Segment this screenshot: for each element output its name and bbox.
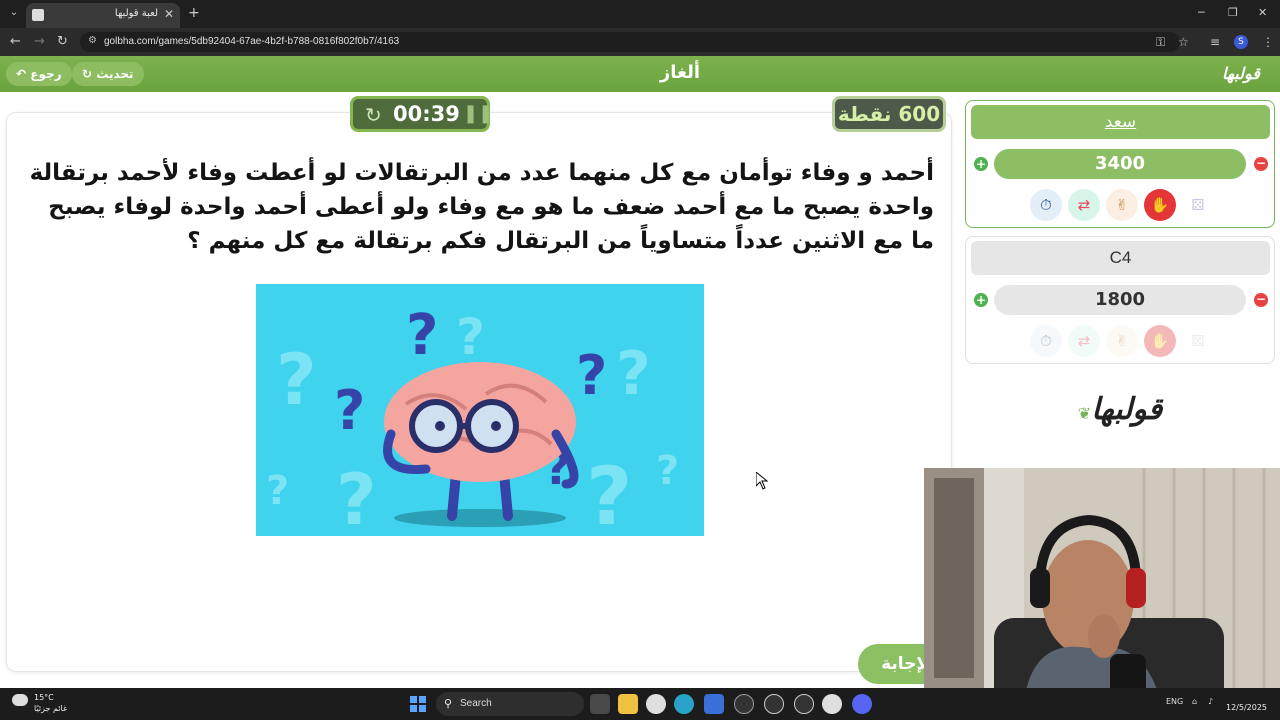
back-arrow-icon[interactable]: ← — [10, 34, 21, 49]
search-icon: ⚲ — [444, 697, 453, 710]
brand-logo: ❦قولبها — [1077, 392, 1163, 427]
svg-text:?: ? — [406, 303, 438, 368]
close-tab-icon[interactable]: ✕ — [164, 7, 174, 21]
dice-icon[interactable]: ⚄ — [1182, 189, 1214, 221]
team-score: 3400 — [994, 149, 1246, 179]
svg-text:?: ? — [656, 448, 679, 494]
team-score: 1800 — [994, 285, 1246, 315]
taskbar-date: 12/5/2025 — [1226, 703, 1268, 712]
favicon-icon — [32, 9, 44, 21]
file-explorer-icon[interactable] — [618, 694, 638, 714]
swap-icon[interactable]: ⇄ — [1068, 189, 1100, 221]
profile-avatar[interactable]: S — [1234, 35, 1248, 49]
obs-icon[interactable] — [794, 694, 814, 714]
url-field[interactable]: ⚙ golbha.com/games/5db92404-67ae-4b2f-b7… — [80, 32, 1180, 52]
mouse-cursor-icon — [755, 470, 769, 494]
site-header: رجوع ↶ تحديث ↻ ألغاز قولبها — [0, 56, 1280, 92]
peace-hand-icon[interactable]: ✌ — [1106, 189, 1138, 221]
svg-text:?: ? — [276, 339, 317, 421]
forward-arrow-icon[interactable]: → — [34, 34, 45, 49]
svg-text:?: ? — [456, 308, 485, 366]
lifelines-row: ⏱ ⇄ ✌ ✋ ⚄ — [1026, 325, 1216, 359]
remove-points-button[interactable]: − — [1254, 157, 1268, 171]
team-card-1: سعد + 3400 − ⏱ ⇄ ✌ ✋ ⚄ — [965, 100, 1275, 228]
media-queue-icon[interactable]: ≡ — [1210, 35, 1220, 49]
lifelines-row: ⏱ ⇄ ✌ ✋ ⚄ — [1026, 189, 1216, 223]
dice-icon[interactable]: ⚄ — [1182, 325, 1214, 357]
timer-reset-icon[interactable]: ↻ — [365, 103, 382, 127]
windows-start-icon[interactable] — [410, 696, 426, 712]
swap-icon[interactable]: ⇄ — [1068, 325, 1100, 357]
add-points-button[interactable]: + — [974, 293, 988, 307]
question-image: ? ? ? ? ? ? ? ? ? ? ? — [256, 284, 704, 536]
new-tab-icon[interactable]: + — [188, 5, 200, 21]
language-indicator[interactable]: ENG — [1166, 697, 1183, 706]
site-info-icon[interactable]: ⚙ — [88, 35, 97, 46]
store-icon[interactable] — [704, 694, 724, 714]
svg-text:?: ? — [336, 459, 377, 536]
password-key-icon[interactable]: ⚿ — [1156, 35, 1165, 50]
app-icon[interactable] — [734, 694, 754, 714]
tab-search-icon[interactable]: ⌄ — [6, 5, 22, 21]
refresh-icon: ↻ — [82, 67, 93, 81]
chrome-icon[interactable] — [646, 694, 666, 714]
webcam-overlay — [924, 468, 1280, 700]
volume-icon[interactable]: ♪ — [1208, 697, 1213, 706]
browser-menu-icon[interactable]: ⋮ — [1262, 35, 1274, 49]
url-text: golbha.com/games/5db92404-67ae-4b2f-b788… — [104, 36, 400, 47]
browser-tab[interactable]: لعبة قولبها ✕ — [26, 3, 180, 28]
team-name[interactable]: سعد — [971, 105, 1270, 139]
refresh-button-label: تحديث — [96, 67, 134, 81]
chrome-active-icon[interactable] — [822, 694, 842, 714]
refresh-button[interactable]: تحديث ↻ — [72, 62, 144, 86]
tab-title: لعبة قولبها — [114, 8, 158, 19]
weather-temperature: 15°C — [34, 693, 54, 702]
weather-cloud-icon — [12, 694, 28, 706]
taskbar-clock[interactable]: 12/5/2025 — [1226, 692, 1267, 713]
discord-icon[interactable] — [852, 694, 872, 714]
restore-icon[interactable]: ❐ — [1228, 6, 1238, 19]
back-button[interactable]: رجوع ↶ — [6, 62, 72, 86]
timer-value: 00:39 — [393, 102, 460, 126]
network-icon[interactable]: ⌂ — [1192, 697, 1197, 706]
task-view-icon[interactable] — [590, 694, 610, 714]
settings-icon[interactable] — [764, 694, 784, 714]
add-points-button[interactable]: + — [974, 157, 988, 171]
svg-text:?: ? — [576, 344, 607, 407]
svg-text:?: ? — [266, 468, 289, 514]
team-card-2: C4 + 1800 − ⏱ ⇄ ✌ ✋ ⚄ — [965, 236, 1275, 364]
timer-badge: ↻ 00:39 ❚❚ — [350, 96, 493, 132]
taskbar-search-label: Search — [460, 698, 492, 709]
undo-arrow-icon: ↶ — [16, 67, 27, 81]
pause-icon[interactable]: ❚❚ — [463, 103, 493, 124]
peace-hand-icon[interactable]: ✌ — [1106, 325, 1138, 357]
team-name[interactable]: C4 — [971, 241, 1270, 275]
windows-taskbar: 15°C غائم جزئيًا ⚲ Search ENG ⌂ ♪ 12/5/2… — [0, 688, 1280, 720]
weather-description: غائم جزئيًا — [34, 704, 68, 713]
taskbar-search[interactable]: ⚲ Search — [436, 692, 584, 716]
question-points: 600 نقطة — [832, 96, 946, 132]
back-button-label: رجوع — [30, 67, 62, 81]
stopwatch-icon[interactable]: ⏱ — [1030, 325, 1062, 357]
stop-hand-icon[interactable]: ✋ — [1144, 189, 1176, 221]
question-text: أحمد و وفاء توأمان مع كل منهما عدد من ال… — [29, 160, 934, 254]
svg-text:?: ? — [334, 379, 365, 442]
page-title: ألغاز — [659, 62, 701, 83]
remove-points-button[interactable]: − — [1254, 293, 1268, 307]
stop-hand-icon[interactable]: ✋ — [1144, 325, 1176, 357]
leaf-icon: ❦ — [1077, 404, 1092, 423]
close-window-icon[interactable]: ✕ — [1258, 6, 1267, 19]
browser-tab-bar: ⌄ لعبة قولبها ✕ + ─ ❐ ✕ — [0, 0, 1280, 28]
svg-text:?: ? — [616, 339, 651, 409]
stopwatch-icon[interactable]: ⏱ — [1030, 189, 1062, 221]
address-bar-row: ← → ↻ ⚙ golbha.com/games/5db92404-67ae-4… — [0, 28, 1280, 56]
bookmark-star-icon[interactable]: ☆ — [1178, 35, 1189, 49]
reload-icon[interactable]: ↻ — [57, 34, 68, 49]
site-logo[interactable]: قولبها — [1222, 64, 1260, 83]
svg-text:?: ? — [586, 450, 632, 536]
edge-icon[interactable] — [674, 694, 694, 714]
minimize-icon[interactable]: ─ — [1198, 6, 1205, 19]
